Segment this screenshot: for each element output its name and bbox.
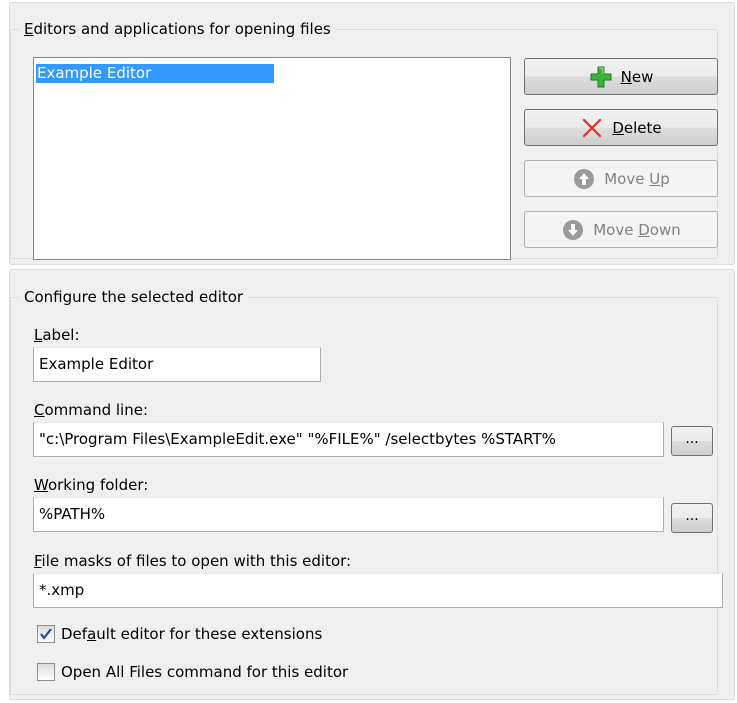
- new-button[interactable]: New: [524, 58, 718, 95]
- green-plus-icon: [589, 65, 613, 89]
- arrow-up-circle-icon: [572, 167, 596, 191]
- list-item[interactable]: Example Editor: [36, 64, 274, 83]
- working-folder-input[interactable]: %PATH%: [33, 497, 664, 532]
- open-all-files-label[interactable]: Open All Files command for this editor: [61, 662, 348, 682]
- delete-button-label: Delete: [612, 118, 662, 137]
- default-editor-checkbox[interactable]: [37, 625, 55, 643]
- command-line-label: Command line:: [34, 401, 148, 419]
- command-line-input[interactable]: "c:\Program Files\ExampleEdit.exe" "%FIL…: [33, 422, 664, 457]
- config-group-title: Configure the selected editor: [19, 287, 249, 307]
- editors-listbox[interactable]: Example Editor: [33, 57, 511, 260]
- delete-button[interactable]: Delete: [524, 109, 718, 146]
- default-editor-label[interactable]: Default editor for these extensions: [61, 624, 322, 644]
- file-masks-input[interactable]: *.xmp: [33, 573, 723, 608]
- working-folder-label: Working folder:: [34, 476, 149, 494]
- working-folder-browse-button[interactable]: ...: [671, 503, 713, 533]
- label-input[interactable]: Example Editor: [33, 347, 321, 382]
- move-down-button-label: Move Down: [593, 220, 681, 239]
- file-masks-label: File masks of files to open with this ed…: [34, 552, 352, 570]
- checkmark-icon: [40, 628, 52, 640]
- editors-group-title: Editors and applications for opening fil…: [19, 19, 336, 39]
- move-up-button[interactable]: Move Up: [524, 160, 718, 197]
- move-up-button-label: Move Up: [604, 169, 670, 188]
- open-all-files-checkbox[interactable]: [37, 663, 55, 681]
- label-field-label: Label:: [34, 326, 80, 344]
- command-line-browse-button[interactable]: ...: [671, 426, 713, 456]
- new-button-label: New: [620, 67, 654, 86]
- move-down-button[interactable]: Move Down: [524, 211, 718, 248]
- red-x-icon: [580, 116, 604, 140]
- arrow-down-circle-icon: [561, 218, 585, 242]
